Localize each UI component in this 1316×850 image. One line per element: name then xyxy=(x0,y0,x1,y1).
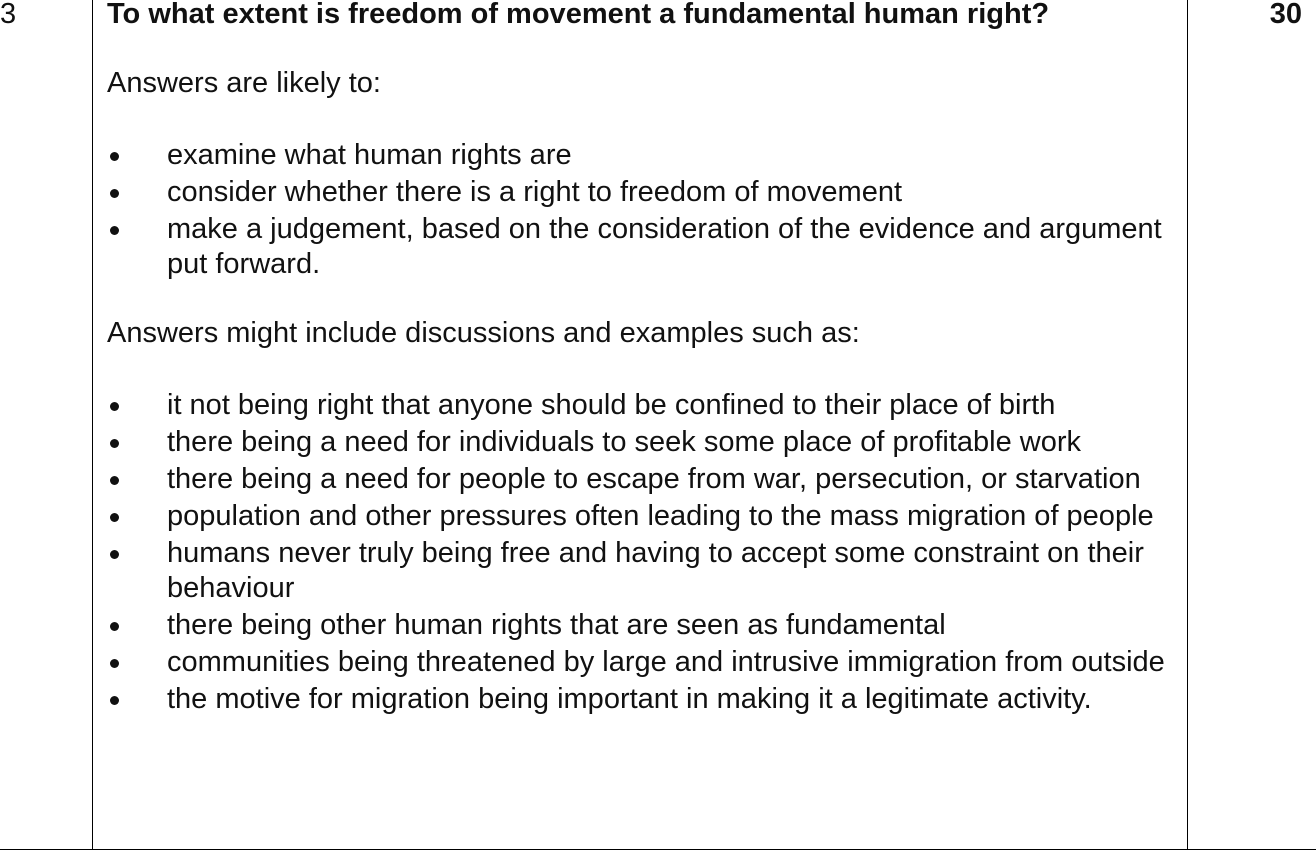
examples-intro: Answers might include discussions and ex… xyxy=(107,317,860,349)
list-item: there being other human rights that are … xyxy=(107,608,1177,643)
list-item: population and other pressures often lea… xyxy=(107,499,1177,534)
likely-points-list: examine what human rights are consider w… xyxy=(107,138,1177,282)
bullet-icon xyxy=(110,696,119,705)
example-points-list: it not being right that anyone should be… xyxy=(107,388,1177,717)
list-item: it not being right that anyone should be… xyxy=(107,388,1177,423)
marks-value: 30 xyxy=(1269,0,1302,30)
list-item: there being a need for individuals to se… xyxy=(107,425,1177,460)
question-text: To what extent is freedom of movement a … xyxy=(107,0,1050,30)
list-item: consider whether there is a right to fre… xyxy=(107,175,1177,210)
answer-guidance-cell: To what extent is freedom of movement a … xyxy=(107,0,1177,719)
bullet-icon xyxy=(110,189,119,198)
question-number: 3 xyxy=(0,0,17,30)
bullet-icon xyxy=(110,622,119,631)
list-item: communities being threatened by large an… xyxy=(107,645,1177,680)
mark-scheme-table: 3 To what extent is freedom of movement … xyxy=(0,0,1316,850)
likely-intro: Answers are likely to: xyxy=(107,67,381,99)
bullet-icon xyxy=(110,439,119,448)
bullet-icon xyxy=(110,513,119,522)
list-item: there being a need for people to escape … xyxy=(107,462,1177,497)
bullet-icon xyxy=(110,152,119,161)
list-item: examine what human rights are xyxy=(107,138,1177,173)
bullet-icon xyxy=(110,659,119,668)
list-item: make a judgement, based on the considera… xyxy=(107,212,1177,282)
bullet-icon xyxy=(110,226,119,235)
column-divider xyxy=(92,0,93,850)
list-item: humans never truly being free and having… xyxy=(107,536,1177,606)
bullet-icon xyxy=(110,550,119,559)
bullet-icon xyxy=(110,402,119,411)
list-item: the motive for migration being important… xyxy=(107,682,1177,717)
column-divider xyxy=(1187,0,1188,850)
bullet-icon xyxy=(110,476,119,485)
